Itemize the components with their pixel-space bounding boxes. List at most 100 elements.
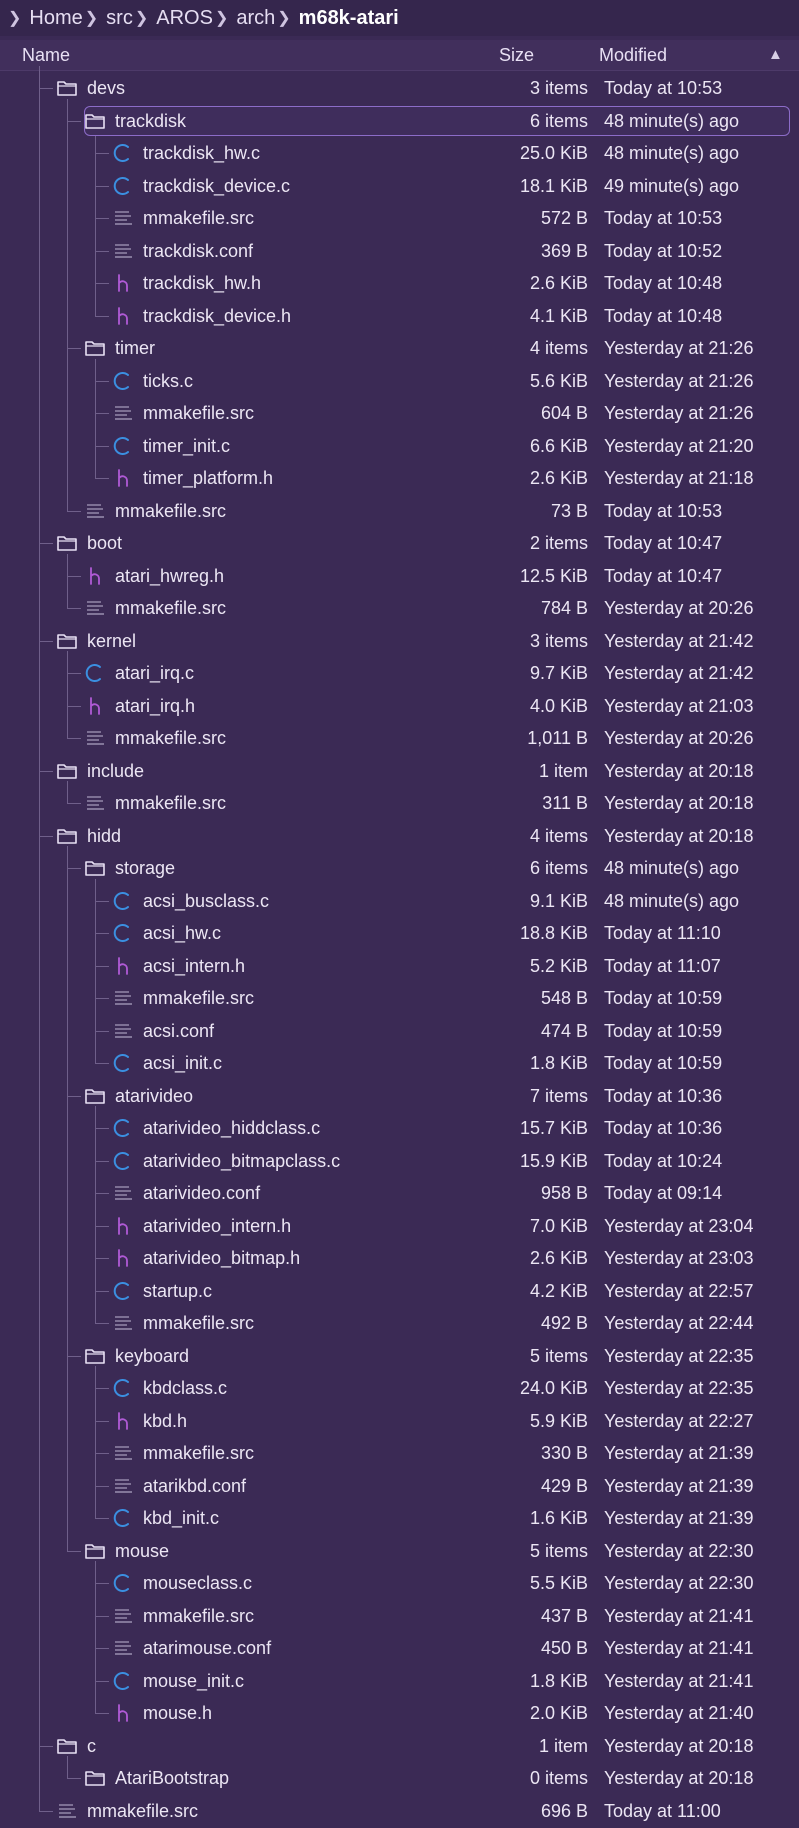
item-modified: Today at 10:59 [604,1021,723,1041]
c-source-file-icon [112,890,134,912]
item-name: trackdisk_device.c [143,176,291,196]
breadcrumb-item[interactable]: AROS [156,7,213,30]
file-row[interactable]: mmakefile.src 311 B Yesterday at 20:18 [0,787,799,819]
item-modified: 49 minute(s) ago [604,176,740,196]
header-file-icon [112,1410,134,1432]
item-size: 4 items [529,826,588,846]
item-modified: Yesterday at 20:26 [604,598,754,618]
file-row[interactable]: atari_irq.h 4.0 KiB Yesterday at 21:03 [0,690,799,722]
file-row[interactable]: atarivideo.conf 958 B Today at 09:14 [0,1177,799,1209]
file-row[interactable]: atarivideo_hiddclass.c 15.7 KiB Today at 1… [0,1112,799,1144]
item-modified: Today at 10:36 [604,1086,723,1106]
file-row[interactable]: trackdisk_device.h 4.1 KiB Today at 10:48 [0,300,799,332]
breadcrumb-item[interactable]: src [106,7,133,30]
file-row[interactable]: atarivideo_bitmap.h 2.6 KiB Yesterday at 2… [0,1242,799,1274]
item-name: mmakefile.src [143,1443,255,1463]
item-name: c [87,1736,96,1756]
folder-row[interactable]: kernel 3 items Yesterday at 21:42 [0,625,799,657]
folder-row[interactable]: include 1 item Yesterday at 20:18 [0,755,799,787]
file-row[interactable]: mouse_init.c 1.8 KiB Yesterday at 21:41 [0,1665,799,1697]
file-row[interactable]: mmakefile.src 73 B Today at 10:53 [0,495,799,527]
file-row[interactable]: trackdisk_hw.c 25.0 KiB 48 minute(s) ago [0,137,799,169]
folder-row[interactable]: devs 3 items Today at 10:53 [0,72,799,104]
file-row[interactable]: atarivideo_bitmapclass.c 15.9 KiB Today at… [0,1145,799,1177]
column-modified-header[interactable]: Modified [599,45,667,66]
file-row[interactable]: acsi_busclass.c 9.1 KiB 48 minute(s) ago [0,885,799,917]
item-name: mmakefile.src [87,1801,199,1821]
file-row[interactable]: atarimouse.conf 450 B Yesterday at 21:41 [0,1632,799,1664]
file-row[interactable]: acsi.conf 474 B Today at 10:59 [0,1015,799,1047]
item-size: 572 B [540,208,588,228]
file-row[interactable]: trackdisk_device.c 18.1 KiB 49 minute(s) a… [0,170,799,202]
folder-row[interactable]: atarivideo 7 items Today at 10:36 [0,1080,799,1112]
column-size-header[interactable]: Size [499,45,534,66]
item-name: kbd.h [143,1411,188,1431]
chevron-right-icon: ❯ [8,10,22,27]
file-row[interactable]: trackdisk.conf 369 B Today at 10:52 [0,235,799,267]
file-row[interactable]: mouseclass.c 5.5 KiB Yesterday at 22:30 [0,1567,799,1599]
file-row[interactable]: startup.c 4.2 KiB Yesterday at 22:57 [0,1275,799,1307]
file-row[interactable]: timer_platform.h 2.6 KiB Yesterday at 21:1… [0,462,799,494]
sort-ascending-icon[interactable]: ▲ [768,46,783,63]
file-row[interactable]: mmakefile.src 572 B Today at 10:53 [0,202,799,234]
file-row[interactable]: mmakefile.src 492 B Yesterday at 22:44 [0,1307,799,1339]
file-row[interactable]: trackdisk_hw.h 2.6 KiB Today at 10:48 [0,267,799,299]
breadcrumb-item[interactable]: m68k-atari [299,7,399,30]
file-row[interactable]: mmakefile.src 330 B Yesterday at 21:39 [0,1437,799,1469]
file-row[interactable]: mmakefile.src 696 B Today at 11:00 [0,1795,799,1827]
item-name: mmakefile.src [143,403,255,423]
folder-row[interactable]: AtariBootstrap 0 items Yesterday at 20:18 [0,1762,799,1794]
file-row[interactable]: kbd.h 5.9 KiB Yesterday at 22:27 [0,1405,799,1437]
folder-row[interactable]: hidd 4 items Yesterday at 20:18 [0,820,799,852]
item-modified: Today at 10:24 [604,1151,723,1171]
item-name: hidd [87,826,122,846]
file-row[interactable]: atarikbd.conf 429 B Yesterday at 21:39 [0,1470,799,1502]
item-size: 311 B [542,793,588,813]
folder-icon [56,760,78,782]
item-name: trackdisk [115,111,187,131]
item-size: 450 B [540,1638,588,1658]
file-row[interactable]: acsi_init.c 1.8 KiB Today at 10:59 [0,1047,799,1079]
item-modified: Yesterday at 21:26 [604,371,754,391]
column-name-header[interactable]: Name [22,45,70,66]
item-name: timer_init.c [143,436,231,456]
file-row[interactable]: atari_hwreg.h 12.5 KiB Today at 10:47 [0,560,799,592]
file-row[interactable]: kbdclass.c 24.0 KiB Yesterday at 22:35 [0,1372,799,1404]
item-size: 492 B [540,1313,588,1333]
folder-row[interactable]: trackdisk 6 items 48 minute(s) ago [0,105,799,137]
file-row[interactable]: ticks.c 5.6 KiB Yesterday at 21:26 [0,365,799,397]
header-file-icon [84,565,106,587]
folder-icon [84,1085,106,1107]
item-modified: Yesterday at 21:26 [604,403,754,423]
folder-row[interactable]: mouse 5 items Yesterday at 22:30 [0,1535,799,1567]
file-row[interactable]: mmakefile.src 604 B Yesterday at 21:26 [0,397,799,429]
file-row[interactable]: atarivideo_intern.h 7.0 KiB Yesterday at 2… [0,1210,799,1242]
folder-row[interactable]: boot 2 items Today at 10:47 [0,527,799,559]
file-row[interactable]: mmakefile.src 784 B Yesterday at 20:26 [0,592,799,624]
item-modified: Yesterday at 21:39 [604,1443,754,1463]
item-name: mmakefile.src [143,1606,255,1626]
file-row[interactable]: mouse.h 2.0 KiB Yesterday at 21:40 [0,1697,799,1729]
folder-row[interactable]: c 1 item Yesterday at 20:18 [0,1730,799,1762]
file-row[interactable]: acsi_hw.c 18.8 KiB Today at 11:10 [0,917,799,949]
folder-row[interactable]: keyboard 5 items Yesterday at 22:35 [0,1340,799,1372]
file-row[interactable]: timer_init.c 6.6 KiB Yesterday at 21:20 [0,430,799,462]
file-row[interactable]: atari_irq.c 9.7 KiB Yesterday at 21:42 [0,657,799,689]
c-source-file-icon [112,175,134,197]
folder-icon [56,532,78,554]
item-modified: Today at 11:00 [604,1801,721,1821]
folder-row[interactable]: timer 4 items Yesterday at 21:26 [0,332,799,364]
folder-row[interactable]: storage 6 items 48 minute(s) ago [0,852,799,884]
file-row[interactable]: acsi_intern.h 5.2 KiB Today at 11:07 [0,950,799,982]
breadcrumb-item[interactable]: Home [29,7,82,30]
file-row[interactable]: mmakefile.src 437 B Yesterday at 21:41 [0,1600,799,1632]
file-row[interactable]: mmakefile.src 548 B Today at 10:59 [0,982,799,1014]
c-source-file-icon [112,370,134,392]
item-modified: Yesterday at 22:44 [604,1313,754,1333]
file-row[interactable]: kbd_init.c 1.6 KiB Yesterday at 21:39 [0,1502,799,1534]
file-row[interactable]: mmakefile.src 1,011 B Yesterday at 20:26 [0,722,799,754]
chevron-right-icon: ❯ [84,10,99,27]
item-name: startup.c [143,1281,213,1301]
breadcrumb-item[interactable]: arch [236,7,275,30]
item-size: 9.1 KiB [529,891,588,911]
